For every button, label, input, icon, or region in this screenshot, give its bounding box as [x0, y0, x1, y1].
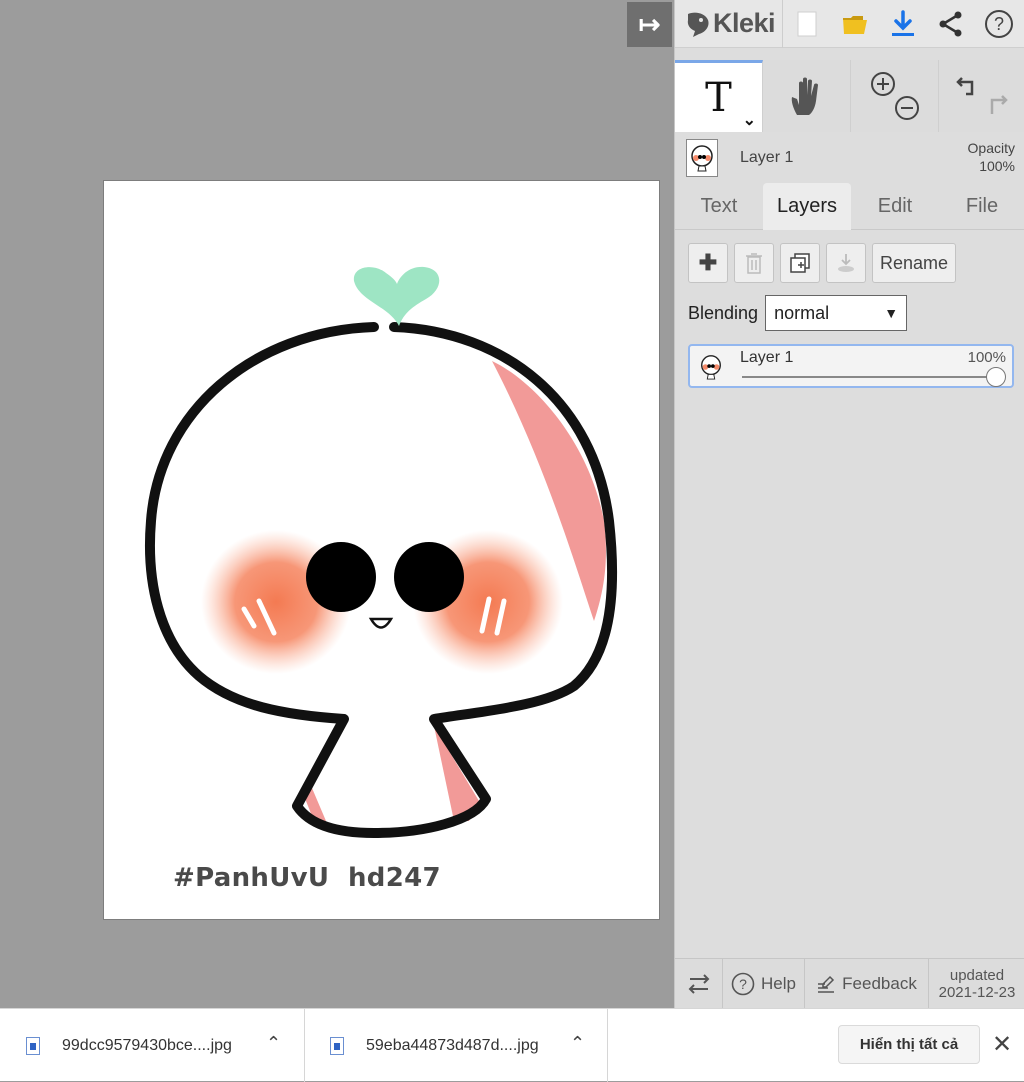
undo-redo-icon[interactable] [952, 66, 1012, 126]
feedback-button[interactable]: Feedback [805, 959, 929, 1009]
zoom-buttons [851, 60, 939, 132]
image-file-icon [330, 1036, 344, 1055]
updated-info: updated 2021-12-23 [929, 959, 1024, 1009]
text-tool-icon: T [705, 74, 732, 121]
watermark-text: #PanhUvU hd247 [173, 863, 441, 893]
chevron-down-icon[interactable]: ⌄ [743, 110, 756, 130]
layer-list-item[interactable]: Layer 1 100% [688, 344, 1014, 388]
blending-label: Blending [688, 302, 759, 323]
trash-icon [746, 253, 762, 274]
close-icon[interactable]: ✕ [992, 1030, 1012, 1059]
tab-edit[interactable]: Edit [851, 183, 939, 230]
svg-text:?: ? [739, 976, 747, 992]
download-item-2[interactable]: 59eba44873d487d....jpg [330, 1009, 539, 1082]
open-image-button[interactable] [831, 0, 879, 48]
collapse-panel-button[interactable]: ↦ [627, 2, 672, 47]
show-all-downloads-button[interactable]: Hiển thị tất cả [838, 1025, 980, 1064]
layer-opacity: Opacity 100% [968, 139, 1015, 175]
rename-layer-button[interactable]: Rename [872, 243, 957, 283]
question-mark-icon: ? [985, 9, 1013, 38]
save-image-button[interactable] [879, 0, 927, 48]
download-icon [892, 9, 914, 36]
new-image-button[interactable] [783, 0, 831, 48]
layer-opacity-slider[interactable] [742, 376, 1000, 378]
current-layer-info: Layer 1 Opacity 100% [675, 134, 1024, 182]
canvas-area[interactable]: ↦ #PanhUvU hd247 [0, 0, 674, 1008]
drawing-artwork [144, 266, 618, 838]
divider [607, 1009, 608, 1082]
svg-text:?: ? [994, 14, 1004, 34]
merge-layer-button[interactable] [826, 243, 866, 283]
help-label: Help [761, 974, 796, 993]
hand-icon [791, 77, 818, 115]
tab-layers[interactable]: Layers [763, 183, 851, 230]
swap-side-button[interactable] [675, 959, 723, 1009]
hand-tool-button[interactable] [763, 60, 851, 132]
blank-page-icon [797, 11, 817, 36]
help-button[interactable]: ? [975, 0, 1023, 48]
duplicate-icon [790, 253, 810, 273]
tool-row: T ⌄ [675, 60, 1024, 132]
download-filename-1: 99dcc9579430bce....jpg [62, 1036, 232, 1054]
top-bar: Kleki ? [675, 0, 1024, 48]
add-layer-button[interactable]: ✚ [688, 243, 728, 283]
pencil-lines-icon [818, 975, 835, 993]
layer-item-thumbnail [696, 350, 726, 384]
kleki-bird-icon [687, 12, 709, 37]
download-item-1[interactable]: 99dcc9579430bce....jpg [26, 1009, 232, 1082]
chevron-up-icon[interactable]: ⌃ [570, 1033, 585, 1054]
tab-text[interactable]: Text [675, 183, 763, 230]
swap-arrows-icon [688, 974, 709, 994]
merge-down-icon [838, 254, 854, 272]
share-button[interactable] [927, 0, 975, 48]
chevron-down-icon: ▼ [884, 305, 899, 321]
current-layer-name: Layer 1 [740, 149, 794, 166]
divider [304, 1009, 305, 1082]
panel-bottom-bar: ? Help Feedback updated 2021-12-23 [675, 958, 1024, 1009]
opacity-value: 100% [979, 158, 1015, 174]
layer-item-name: Layer 1 [740, 349, 794, 366]
arrow-right-bar-icon: ↦ [638, 9, 661, 39]
opacity-label: Opacity [967, 140, 1015, 156]
share-icon [939, 11, 962, 36]
tab-file[interactable]: File [939, 183, 1024, 230]
layer-preview-icon [691, 145, 713, 172]
layer-thumbnail [686, 139, 718, 177]
updated-date: 2021-12-23 [938, 984, 1016, 1001]
updated-label: updated [949, 967, 1005, 984]
undo-redo-buttons [939, 60, 1024, 132]
blending-value: normal [774, 302, 830, 323]
help-link-button[interactable]: ? Help [723, 959, 805, 1009]
drawing-canvas[interactable]: #PanhUvU hd247 [103, 180, 660, 920]
blending-select[interactable]: normal ▼ [765, 295, 908, 331]
panel-tabs: Text Layers Edit File [675, 183, 1024, 230]
download-filename-2: 59eba44873d487d....jpg [366, 1036, 539, 1054]
layer-actions: ✚ Rename [688, 243, 957, 283]
image-file-icon [26, 1036, 40, 1055]
folder-icon [843, 15, 867, 34]
layer-preview-icon [701, 355, 721, 380]
text-tool-button[interactable]: T ⌄ [675, 60, 763, 132]
layer-item-opacity: 100% [967, 349, 1006, 366]
feedback-label: Feedback [842, 974, 917, 993]
plus-icon: ✚ [698, 250, 718, 275]
question-circle-icon: ? [731, 972, 755, 996]
kleki-logo[interactable]: Kleki [675, 0, 783, 48]
duplicate-layer-button[interactable] [780, 243, 820, 283]
layer-opacity-slider-knob[interactable] [986, 367, 1006, 387]
zoom-in-out-icon[interactable] [865, 66, 925, 126]
chevron-up-icon[interactable]: ⌃ [266, 1033, 281, 1054]
blending-row: Blending normal ▼ [688, 295, 908, 331]
app-name: Kleki [713, 8, 776, 38]
side-panel: Kleki ? T ⌄ Layer 1 Opacity 100% Text La… [674, 0, 1024, 1009]
delete-layer-button[interactable] [734, 243, 774, 283]
